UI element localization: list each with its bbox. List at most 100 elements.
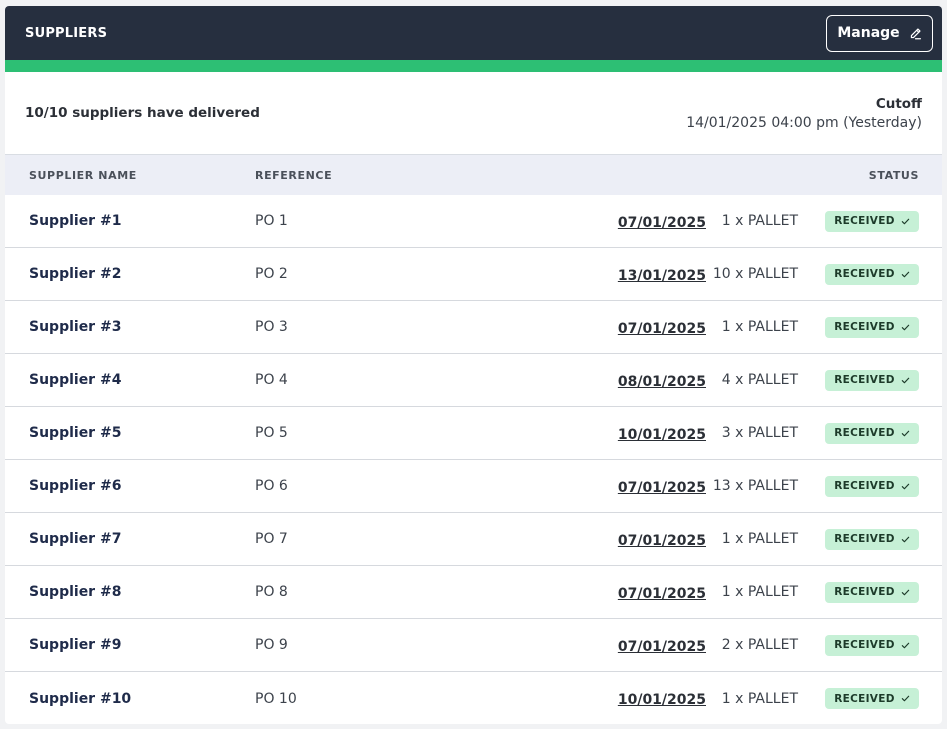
delivery-quantity: 3 x PALLET bbox=[721, 425, 798, 441]
status-badge: RECEIVED bbox=[825, 475, 919, 497]
status-badge: RECEIVED bbox=[825, 634, 919, 656]
supplier-reference: PO 4 bbox=[255, 372, 288, 388]
check-icon bbox=[901, 641, 910, 650]
delivery-date: 07/01/2025 bbox=[617, 638, 706, 655]
delivery-date-link[interactable]: 07/01/2025 bbox=[618, 530, 706, 549]
status-label: RECEIVED bbox=[834, 374, 895, 386]
table-row: Supplier #1 PO 1 07/01/2025 1 x PALLET RECEI… bbox=[5, 195, 942, 248]
table-row: Supplier #5 PO 5 10/01/2025 3 x PALLET RECEI… bbox=[5, 407, 942, 460]
table-row: Supplier #6 PO 6 07/01/2025 13 x PALLET RECE… bbox=[5, 460, 942, 513]
table-row: Supplier #10 PO 10 10/01/2025 1 x PALLET REC… bbox=[5, 672, 942, 724]
check-icon bbox=[901, 482, 910, 491]
table-row: Supplier #3 PO 3 07/01/2025 1 x PALLET RECEI… bbox=[5, 301, 942, 354]
delivery-date-link[interactable]: 10/01/2025 bbox=[618, 424, 706, 443]
supplier-reference: PO 8 bbox=[255, 584, 288, 600]
supplier-name[interactable]: Supplier #4 bbox=[29, 372, 121, 388]
table-row: Supplier #4 PO 4 08/01/2025 4 x PALLET RECEI… bbox=[5, 354, 942, 407]
delivery-quantity: 1 x PALLET bbox=[721, 319, 798, 335]
supplier-reference: PO 9 bbox=[255, 637, 288, 653]
check-icon bbox=[901, 429, 910, 438]
status-badge: RECEIVED bbox=[825, 528, 919, 550]
card-title: SUPPLIERS bbox=[25, 25, 108, 41]
status-badge: RECEIVED bbox=[825, 422, 919, 444]
delivery-date: 10/01/2025 bbox=[617, 692, 706, 708]
check-icon bbox=[901, 270, 910, 279]
delivery-date-link[interactable]: 13/01/2025 bbox=[618, 265, 706, 284]
delivery-date-link[interactable]: 07/01/2025 bbox=[618, 212, 706, 231]
supplier-name[interactable]: Supplier #9 bbox=[29, 637, 121, 653]
delivery-date-link[interactable]: 08/01/2025 bbox=[618, 371, 706, 390]
delivery-date: 07/01/2025 bbox=[617, 214, 706, 231]
supplier-name[interactable]: Supplier #7 bbox=[29, 531, 121, 547]
table-header: SUPPLIER NAME REFERENCE STATUS bbox=[5, 155, 942, 195]
manage-button-label: Manage bbox=[837, 25, 900, 41]
supplier-reference: PO 1 bbox=[255, 213, 288, 229]
suppliers-card: SUPPLIERS Manage 10/10 suppliers have de… bbox=[5, 6, 942, 724]
supplier-reference: PO 6 bbox=[255, 478, 288, 494]
supplier-name[interactable]: Supplier #10 bbox=[29, 691, 131, 707]
check-icon bbox=[901, 217, 910, 226]
delivery-date-link[interactable]: 07/01/2025 bbox=[618, 583, 706, 602]
delivery-date: 07/01/2025 bbox=[617, 585, 706, 602]
delivery-quantity: 2 x PALLET bbox=[721, 637, 798, 653]
check-icon bbox=[901, 323, 910, 332]
table-row: Supplier #8 PO 8 07/01/2025 1 x PALLET RECEI… bbox=[5, 566, 942, 619]
delivery-quantity: 1 x PALLET bbox=[721, 690, 798, 707]
table-row: Supplier #9 PO 9 07/01/2025 2 x PALLET RECEI… bbox=[5, 619, 942, 672]
status-badge: RECEIVED bbox=[825, 369, 919, 391]
column-header-reference: REFERENCE bbox=[255, 168, 333, 182]
supplier-name[interactable]: Supplier #3 bbox=[29, 319, 121, 335]
check-icon bbox=[901, 376, 910, 385]
delivery-quantity: 1 x PALLET bbox=[721, 584, 798, 600]
delivery-date: 07/01/2025 bbox=[617, 320, 706, 337]
cutoff-info: Cutoff 14/01/2025 04:00 pm (Yesterday) bbox=[686, 96, 922, 131]
status-label: RECEIVED bbox=[834, 215, 895, 227]
cutoff-value: 14/01/2025 04:00 pm (Yesterday) bbox=[686, 114, 922, 131]
supplier-reference: PO 3 bbox=[255, 319, 288, 335]
supplier-table-body: Supplier #1 PO 1 07/01/2025 1 x PALLET RECEI… bbox=[5, 195, 942, 724]
delivery-date-link[interactable]: 10/01/2025 bbox=[618, 689, 706, 708]
supplier-name[interactable]: Supplier #5 bbox=[29, 425, 121, 441]
check-icon bbox=[901, 588, 910, 597]
status-label: RECEIVED bbox=[834, 480, 895, 492]
card-header: SUPPLIERS Manage bbox=[5, 6, 942, 60]
delivery-date-link[interactable]: 07/01/2025 bbox=[618, 636, 706, 655]
table-row: Supplier #2 PO 2 13/01/2025 10 x PALLET RECE… bbox=[5, 248, 942, 301]
supplier-name[interactable]: Supplier #8 bbox=[29, 584, 121, 600]
delivery-date: 08/01/2025 bbox=[617, 373, 706, 390]
column-header-status: STATUS bbox=[868, 168, 919, 182]
status-badge: RECEIVED bbox=[825, 263, 919, 285]
table-row: Supplier #7 PO 7 07/01/2025 1 x PALLET RECEI… bbox=[5, 513, 942, 566]
status-badge: RECEIVED bbox=[825, 316, 919, 338]
delivery-date-link[interactable]: 07/01/2025 bbox=[618, 318, 706, 337]
supplier-reference: PO 5 bbox=[255, 425, 288, 441]
status-label: RECEIVED bbox=[834, 427, 895, 439]
supplier-reference: PO 2 bbox=[255, 266, 288, 282]
status-badge: RECEIVED bbox=[825, 581, 919, 603]
supplier-name[interactable]: Supplier #6 bbox=[29, 478, 121, 494]
status-label: RECEIVED bbox=[834, 321, 895, 333]
column-header-supplier-name: SUPPLIER NAME bbox=[29, 168, 137, 182]
supplier-name[interactable]: Supplier #1 bbox=[29, 213, 121, 229]
status-label: RECEIVED bbox=[834, 533, 895, 545]
delivery-date: 10/01/2025 bbox=[617, 426, 706, 443]
status-label: RECEIVED bbox=[834, 692, 895, 705]
status-label: RECEIVED bbox=[834, 268, 895, 280]
delivery-date: 07/01/2025 bbox=[617, 479, 706, 496]
accent-bar bbox=[5, 60, 942, 72]
pencil-icon bbox=[909, 27, 922, 40]
manage-button[interactable]: Manage bbox=[826, 14, 933, 52]
delivery-quantity: 4 x PALLET bbox=[721, 372, 798, 388]
status-label: RECEIVED bbox=[834, 586, 895, 598]
delivery-date-link[interactable]: 07/01/2025 bbox=[618, 477, 706, 496]
delivery-date: 07/01/2025 bbox=[617, 532, 706, 549]
supplier-reference: PO 7 bbox=[255, 531, 288, 547]
delivered-count: 10/10 suppliers have delivered bbox=[25, 105, 260, 121]
status-badge: RECEIVED bbox=[825, 210, 919, 232]
supplier-name[interactable]: Supplier #2 bbox=[29, 266, 121, 282]
delivery-quantity: 1 x PALLET bbox=[721, 213, 798, 229]
supplier-reference: PO 10 bbox=[255, 690, 297, 707]
check-icon bbox=[901, 535, 910, 544]
delivery-quantity: 13 x PALLET bbox=[712, 478, 798, 494]
delivery-date: 13/01/2025 bbox=[617, 267, 706, 284]
